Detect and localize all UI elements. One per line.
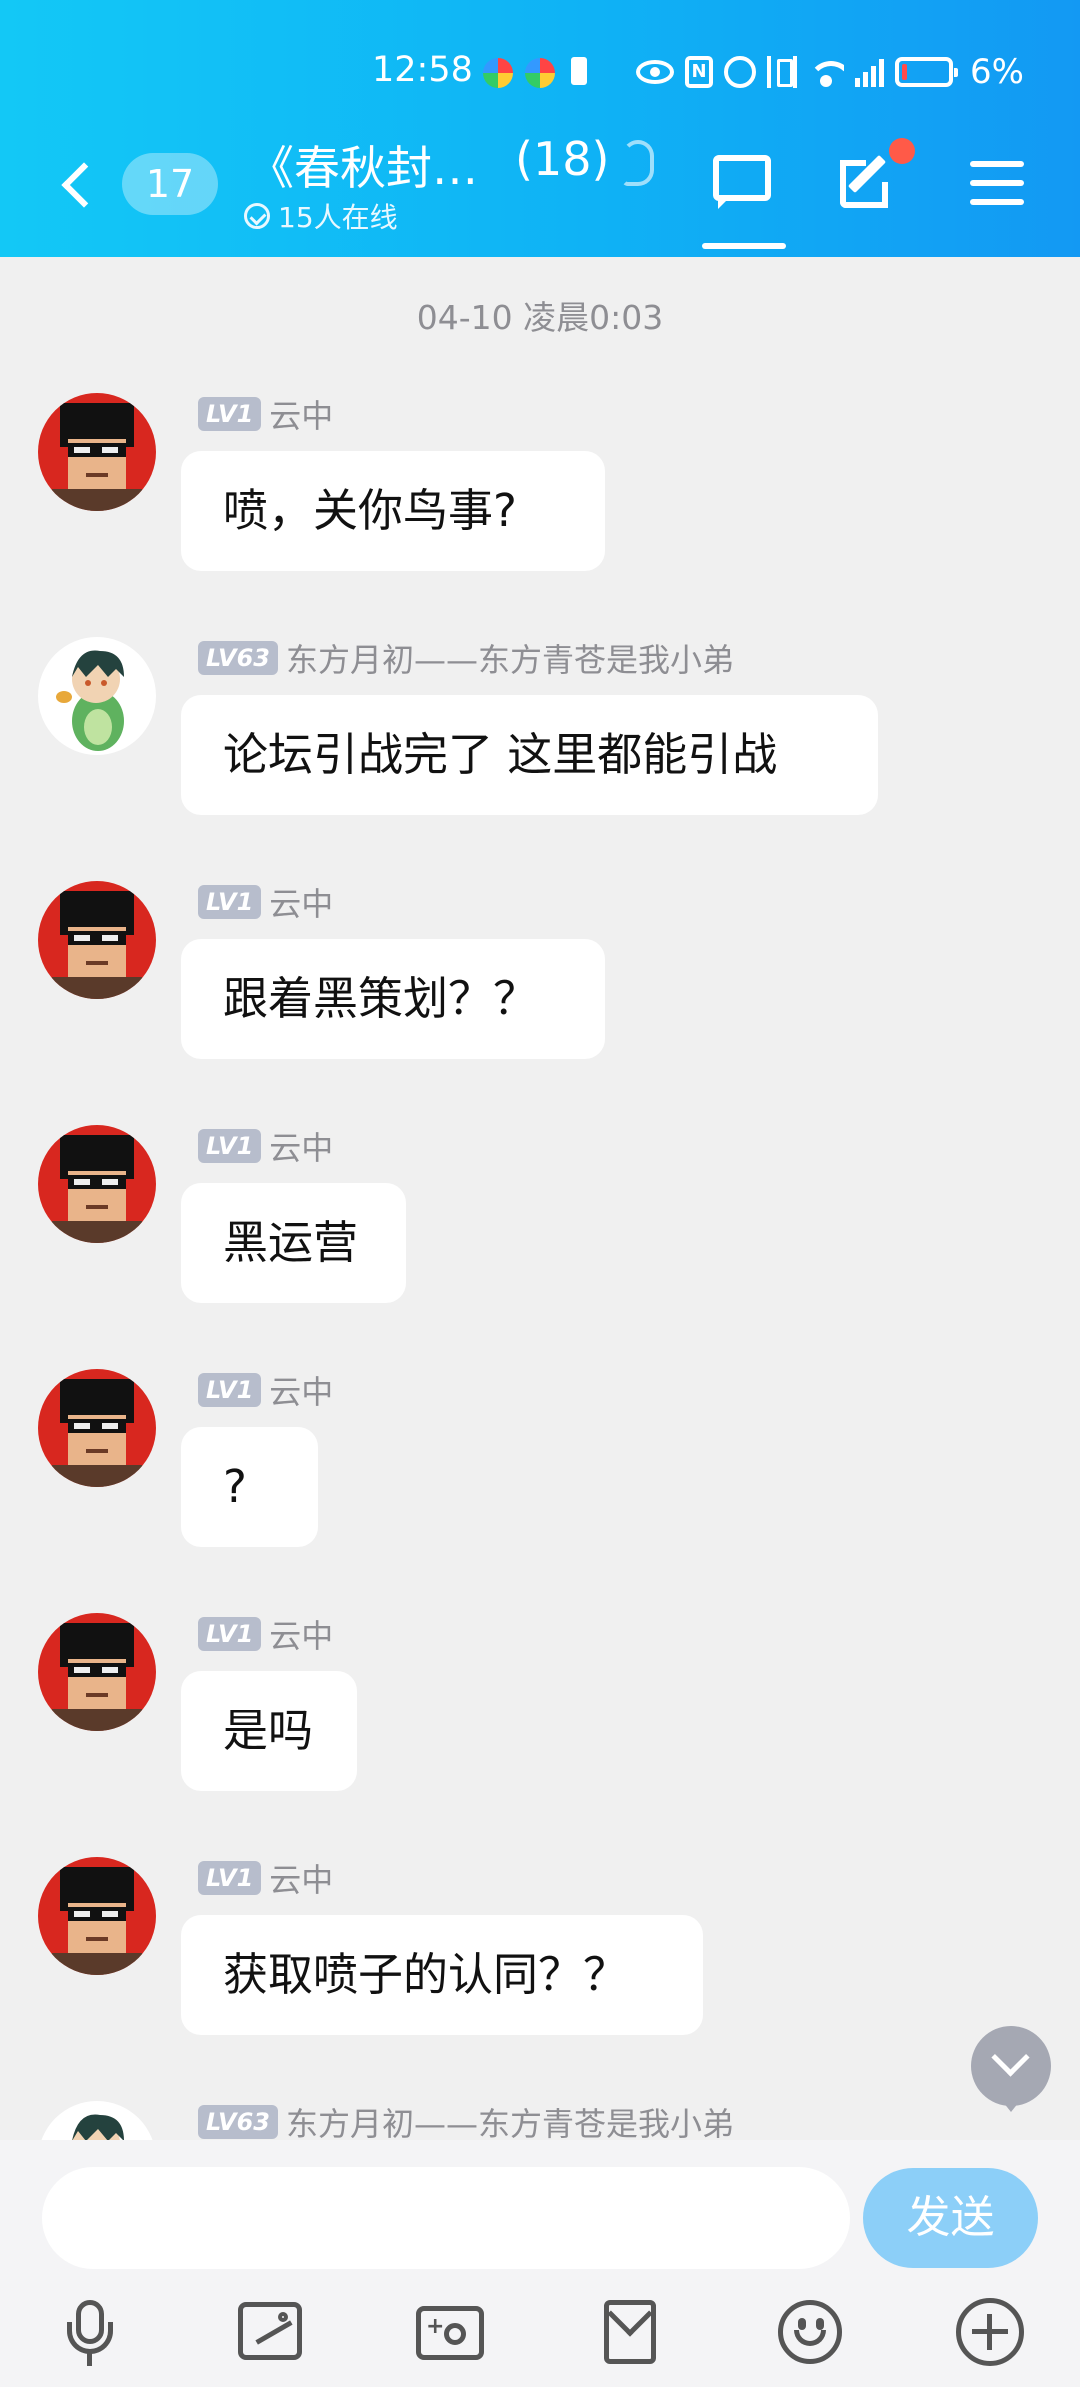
plus-icon[interactable] <box>950 2292 1030 2372</box>
vibrate-icon <box>767 56 797 88</box>
chat-bubble-icon <box>713 155 771 201</box>
eye-comfort-icon <box>636 60 674 84</box>
unread-count-badge[interactable]: 17 <box>122 153 218 215</box>
avatar[interactable] <box>38 2101 156 2140</box>
message-meta: LV63 东方月初——东方青苍是我小弟 <box>198 2103 734 2140</box>
online-count-text: 15人在线 <box>278 201 398 234</box>
message-meta: LV1 云中 <box>198 395 333 435</box>
message-meta: LV1 云中 <box>198 1615 333 1655</box>
sender-name[interactable]: 云中 <box>269 879 333 925</box>
message-bubble[interactable]: 是吗 <box>181 1671 357 1791</box>
sender-name[interactable]: 云中 <box>269 1855 333 1901</box>
message-bubble[interactable]: 论坛引战完了 这里都能引战 <box>181 695 878 815</box>
message-meta: LV1 云中 <box>198 1127 333 1167</box>
avatar[interactable] <box>38 881 156 999</box>
level-badge: LV1 <box>198 1129 262 1163</box>
signal-icon <box>855 57 884 87</box>
active-tab-indicator <box>702 243 786 249</box>
level-badge: LV1 <box>198 1617 262 1651</box>
emoji-icon[interactable] <box>770 2292 850 2372</box>
microphone-icon[interactable] <box>50 2292 130 2372</box>
earpiece-mode-icon[interactable] <box>622 140 654 186</box>
check-circle-icon <box>244 203 270 229</box>
message-bubble[interactable]: 跟着黑策划？？ <box>181 939 605 1059</box>
menu-button[interactable] <box>970 161 1024 205</box>
message-bubble[interactable]: ? <box>181 1427 318 1547</box>
level-badge: LV1 <box>198 397 262 431</box>
avatar[interactable] <box>38 1125 156 1243</box>
camera-icon[interactable]: + <box>410 2292 490 2372</box>
message-meta: LV63 东方月初——东方青苍是我小弟 <box>198 639 734 679</box>
message-meta: LV1 云中 <box>198 1371 333 1411</box>
message-bubble[interactable]: 黑运营 <box>181 1183 406 1303</box>
sender-name[interactable]: 云中 <box>269 1611 333 1657</box>
avatar[interactable] <box>38 1857 156 1975</box>
online-status[interactable]: 15人在线 <box>244 196 398 236</box>
send-button[interactable]: 发送 <box>863 2168 1038 2268</box>
avatar[interactable] <box>38 637 156 755</box>
sender-name[interactable]: 云中 <box>269 1367 333 1413</box>
nfc-icon: N <box>685 56 713 88</box>
message-input[interactable] <box>42 2167 850 2269</box>
sender-name[interactable]: 云中 <box>269 1123 333 1169</box>
battery-icon <box>895 57 958 87</box>
sender-name[interactable]: 云中 <box>269 391 333 437</box>
message-bubble[interactable]: 获取喷子的认同？？ <box>181 1915 703 2035</box>
status-icons: N 6% <box>636 52 1024 92</box>
member-count[interactable]: (18) <box>515 132 609 186</box>
back-button[interactable] <box>58 155 98 215</box>
message-meta: LV1 云中 <box>198 1859 333 1899</box>
edit-icon-right <box>882 182 888 208</box>
avatar[interactable] <box>38 1613 156 1731</box>
chat-timestamp: 04-10 凌晨0:03 <box>416 298 664 337</box>
app-notification-icon <box>525 58 555 88</box>
chat-bubble-tail <box>718 197 730 209</box>
level-badge: LV1 <box>198 885 262 919</box>
app-notification-icon <box>483 58 513 88</box>
scroll-to-bottom-button[interactable] <box>971 2026 1051 2112</box>
status-bar: 12:58 N 6% <box>0 42 1080 104</box>
group-title[interactable]: 《春秋封… <box>248 132 478 198</box>
red-packet-icon[interactable] <box>590 2291 670 2372</box>
chat-area[interactable]: 04-10 凌晨0:03 LV1 云中 喷，关你鸟事? LV63 东方月初——东… <box>0 257 1080 2140</box>
level-badge: LV63 <box>198 641 278 675</box>
tab-post[interactable] <box>838 152 898 212</box>
notification-dot <box>889 138 915 164</box>
level-badge: LV1 <box>198 1373 262 1407</box>
top-bar: 12:58 N 6% 17 《春秋封… (18) 15人在线 <box>0 0 1080 257</box>
message-meta: LV1 云中 <box>198 883 333 923</box>
avatar[interactable] <box>38 1369 156 1487</box>
message-bubble[interactable]: 喷，关你鸟事? <box>181 451 605 571</box>
wifi-icon <box>808 57 844 87</box>
image-icon[interactable] <box>230 2292 310 2372</box>
battery-saver-icon <box>571 57 587 85</box>
battery-percent: 6% <box>970 52 1024 92</box>
sender-name[interactable]: 东方月初——东方青苍是我小弟 <box>286 635 734 681</box>
edit-icon-top <box>840 160 866 166</box>
level-badge: LV1 <box>198 1861 262 1895</box>
input-bar: 发送 + <box>0 2140 1080 2387</box>
sender-name[interactable]: 东方月初——东方青苍是我小弟 <box>286 2099 734 2140</box>
level-badge: LV63 <box>198 2105 278 2139</box>
alarm-icon <box>724 56 756 88</box>
status-time: 12:58 <box>372 50 473 90</box>
avatar[interactable] <box>38 393 156 511</box>
tab-chat[interactable] <box>710 150 774 210</box>
